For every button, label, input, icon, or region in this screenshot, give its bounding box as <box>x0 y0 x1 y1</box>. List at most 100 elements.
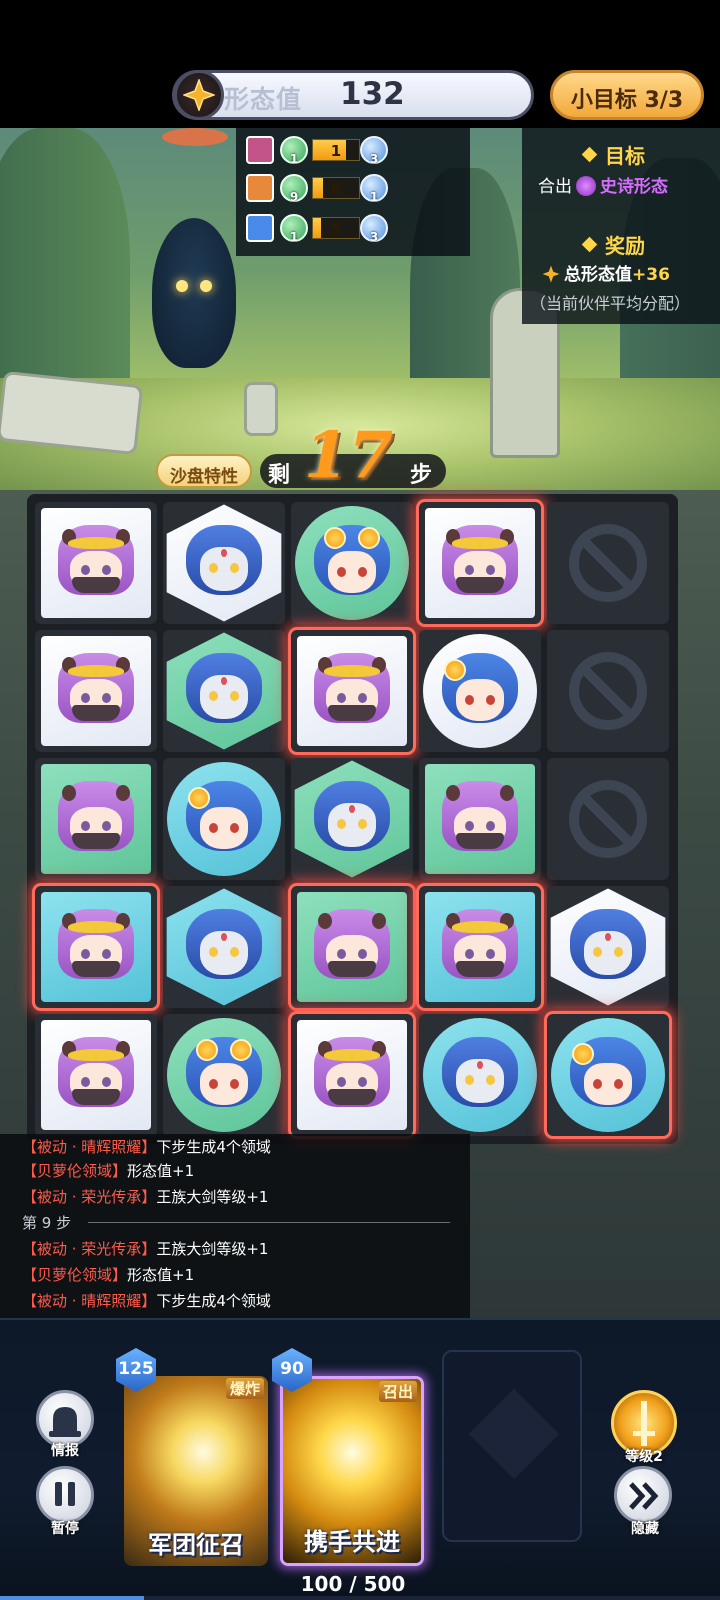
energy-progress-fill <box>0 1596 144 1600</box>
board-tile[interactable] <box>419 758 541 880</box>
board-tile[interactable] <box>419 1014 541 1136</box>
partner-row: 1 5 3 <box>242 212 464 246</box>
board-tile[interactable] <box>291 758 413 880</box>
face-skin <box>200 1063 248 1105</box>
face-eye <box>209 1079 218 1089</box>
card-name: 军团征召 <box>148 1530 244 1559</box>
face-eye <box>593 1079 602 1089</box>
purple-face-icon <box>54 1033 138 1117</box>
face-horn <box>372 913 386 929</box>
siren-icon <box>49 1407 81 1437</box>
board-tile[interactable] <box>419 886 541 1008</box>
face-eye <box>358 693 367 703</box>
girl-goggles-face-icon <box>310 521 394 605</box>
form-star-icon <box>542 265 560 283</box>
stone-ruin-left <box>0 370 144 456</box>
board-tile[interactable] <box>35 886 157 1008</box>
pause-button[interactable] <box>36 1466 94 1524</box>
face-skin <box>328 551 376 593</box>
sandbox-feature-button[interactable]: 沙盘特性 <box>156 454 252 488</box>
double-chevron-icon <box>629 1482 659 1510</box>
board-tile[interactable] <box>163 502 285 624</box>
board-tile[interactable] <box>163 630 285 752</box>
partner-avatar <box>246 174 274 202</box>
board-tile[interactable] <box>35 502 157 624</box>
sword-icon <box>633 1401 655 1446</box>
creature-eye-right <box>200 280 212 292</box>
face-eye <box>337 1077 346 1087</box>
face-headband <box>68 665 124 677</box>
purple-big-face-icon <box>438 905 522 989</box>
face-mask <box>72 833 120 849</box>
board-tile[interactable] <box>163 1014 285 1136</box>
face-mask <box>456 833 504 849</box>
face-eye <box>614 1079 623 1089</box>
board-tile[interactable] <box>291 886 413 1008</box>
face-eye <box>337 567 346 577</box>
face-eye <box>81 949 90 959</box>
log-line: 【被动 · 晴辉照耀】下步生成4个领域 <box>22 1138 271 1156</box>
board-tile[interactable] <box>163 886 285 1008</box>
energy-progress-bar <box>0 1596 720 1600</box>
blocked-icon <box>569 780 647 858</box>
face-headband <box>452 921 508 933</box>
face-mask <box>328 1089 376 1105</box>
skill-card-hand-in-hand[interactable]: 召出 携手共进 <box>280 1376 424 1566</box>
blue-orb-icon: 3 <box>360 136 388 166</box>
face-mask <box>72 961 120 977</box>
face-eye <box>358 819 367 829</box>
girl-face-icon <box>438 649 522 733</box>
face-mask <box>456 961 504 977</box>
purple-mask-face-icon <box>54 777 138 861</box>
board-tile[interactable] <box>291 630 413 752</box>
board-tile[interactable] <box>419 502 541 624</box>
face-eye <box>230 691 239 701</box>
face-horn <box>318 913 332 929</box>
board-tile[interactable] <box>35 1014 157 1136</box>
girl-face-icon <box>566 1033 650 1117</box>
face-eye <box>593 947 602 957</box>
board-tile[interactable] <box>419 630 541 752</box>
board-tile[interactable] <box>291 1014 413 1136</box>
face-eye <box>465 1075 474 1085</box>
skill-card-legion-summon[interactable]: 爆炸 军团征召 <box>124 1376 268 1566</box>
log-line: 【被动 · 晴辉照耀】下步生成4个领域 <box>22 1292 271 1310</box>
diamond-icon <box>581 236 598 253</box>
log-line: 【贝萝伦领域】形态值+1 <box>22 1266 195 1284</box>
stone-ruin-small <box>244 382 278 436</box>
face-eye <box>486 1075 495 1085</box>
partner-row: 1 1 3 <box>242 134 464 168</box>
blue-face-icon <box>182 521 266 605</box>
blue-face-icon <box>438 1033 522 1117</box>
board-tile[interactable] <box>291 502 413 624</box>
sub-goal-button[interactable]: 小目标 3/3 <box>550 70 704 120</box>
board-tile[interactable] <box>547 1014 669 1136</box>
match-board <box>27 494 678 1144</box>
face-gem <box>221 933 227 941</box>
board-tile[interactable] <box>35 630 157 752</box>
face-gem <box>349 805 355 813</box>
mushroom-ledge <box>162 128 228 146</box>
orange-hairpin-icon <box>572 1043 594 1065</box>
steps-left-label: 剩 <box>268 463 291 488</box>
face-eye <box>337 949 346 959</box>
face-eye <box>230 823 239 833</box>
face-eye <box>465 821 474 831</box>
reward-title: 奖励 <box>581 230 645 259</box>
blocked-cell <box>547 758 669 880</box>
partner-progress-bar: 6 <box>312 177 360 199</box>
partner-avatar <box>246 136 274 164</box>
face-eye <box>358 949 367 959</box>
sandbox-feature-label: 沙盘特性 <box>170 467 238 487</box>
board-tile[interactable] <box>35 758 157 880</box>
blocked-cell <box>547 502 669 624</box>
blue-orb-icon: 3 <box>360 214 388 244</box>
partner-row: 9 6 1 <box>242 172 464 206</box>
blue-face-icon <box>182 905 266 989</box>
goggle-icon <box>196 1039 218 1061</box>
board-tile[interactable] <box>163 758 285 880</box>
face-eye <box>209 947 218 957</box>
hide-button[interactable] <box>614 1466 672 1524</box>
board-tile[interactable] <box>547 886 669 1008</box>
face-eye <box>230 947 239 957</box>
